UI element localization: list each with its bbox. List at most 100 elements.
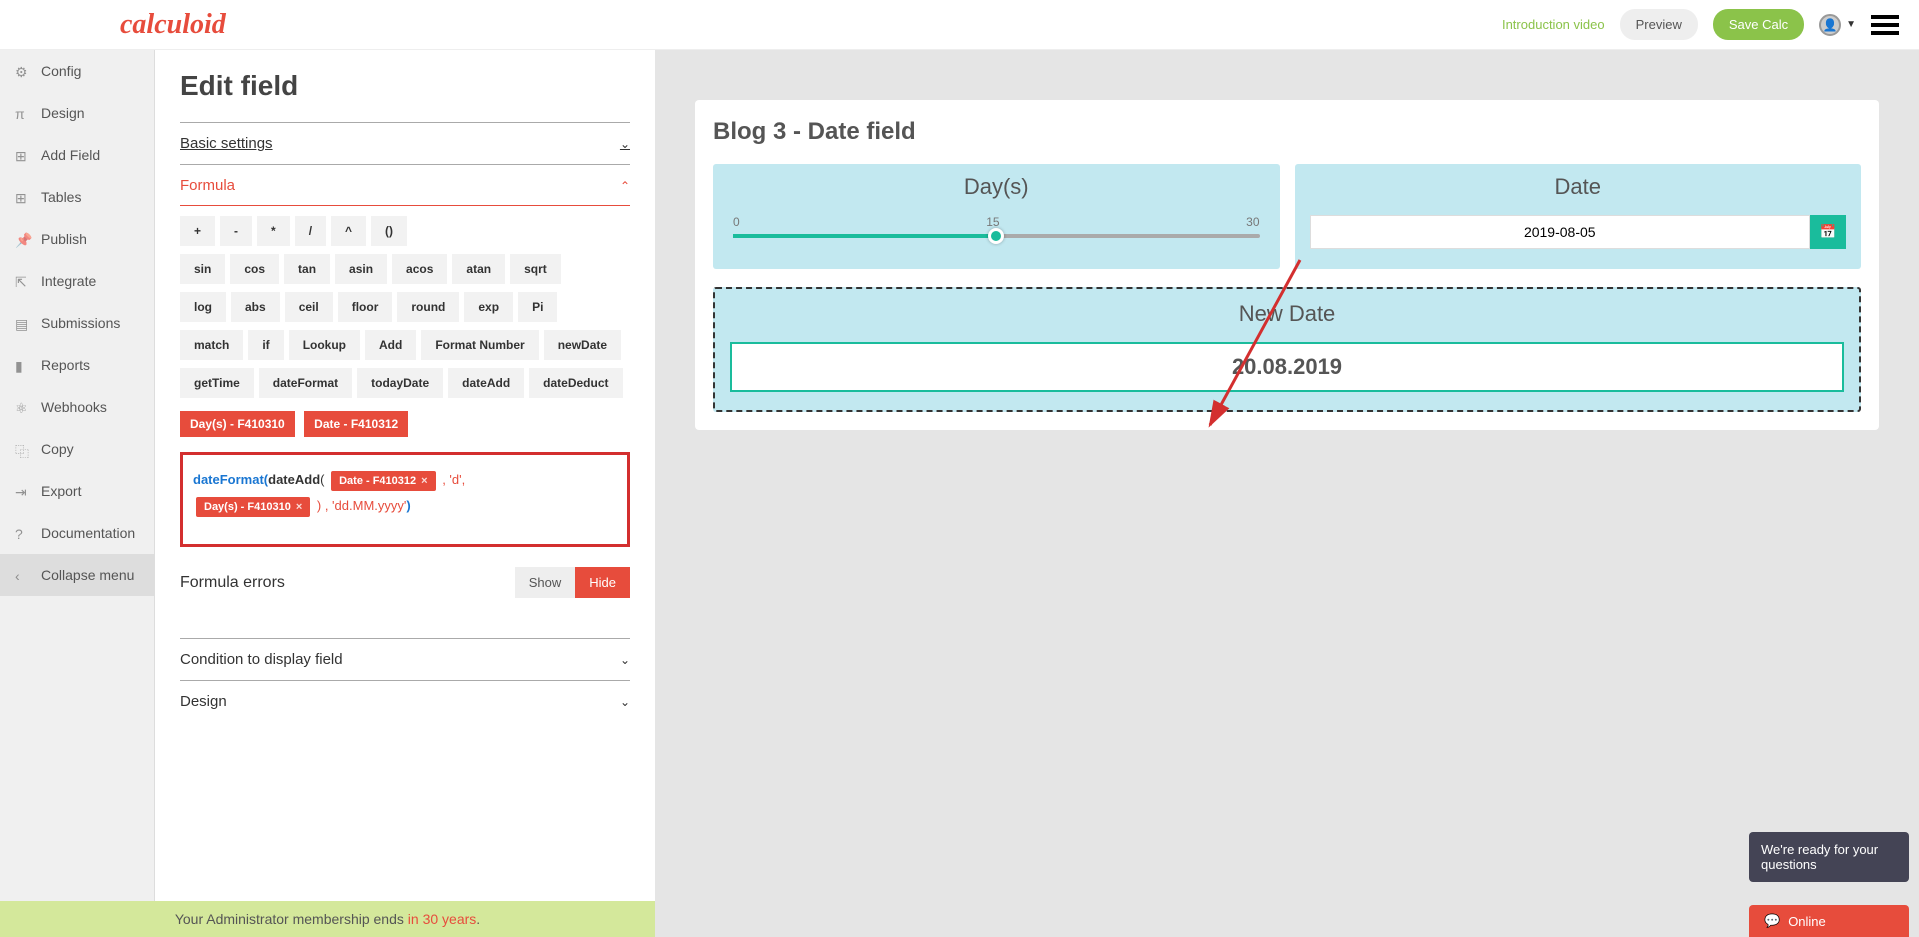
chevron-down-icon: ⌄: [620, 695, 630, 709]
operator-row-3: log abs ceil floor round exp Pi: [180, 292, 630, 322]
formula-editor[interactable]: dateFormat(dateAdd( Date - F410312× , 'd…: [180, 452, 630, 547]
hide-errors-button[interactable]: Hide: [575, 567, 630, 598]
chart-icon: ▮: [15, 358, 29, 372]
op-if[interactable]: if: [248, 330, 283, 360]
sidebar-item-webhooks[interactable]: ⚛Webhooks: [0, 386, 154, 428]
hamburger-menu-icon[interactable]: [1871, 11, 1899, 39]
days-label: Day(s): [728, 174, 1265, 200]
basic-settings-header[interactable]: Basic settings ⌄: [180, 123, 630, 164]
op-todaydate[interactable]: todayDate: [357, 368, 443, 398]
days-widget: Day(s) 0 15 30: [713, 164, 1280, 269]
chat-icon: 💬: [1764, 913, 1780, 929]
preview-area: Blog 3 - Date field Day(s) 0 15 30: [655, 50, 1919, 937]
date-input[interactable]: [1310, 215, 1811, 249]
chevron-left-icon: ‹: [15, 568, 29, 582]
caret-down-icon: ▼: [1846, 19, 1856, 30]
op-match[interactable]: match: [180, 330, 243, 360]
op-minus[interactable]: -: [220, 216, 252, 246]
op-ceil[interactable]: ceil: [285, 292, 333, 322]
op-divide[interactable]: /: [295, 216, 326, 246]
sidebar-item-copy[interactable]: ⿻Copy: [0, 428, 154, 470]
sidebar-item-design[interactable]: πDesign: [0, 92, 154, 134]
op-format-number[interactable]: Format Number: [421, 330, 538, 360]
share-icon: ⚛: [15, 400, 29, 414]
calendar-button[interactable]: 📅: [1810, 215, 1846, 249]
user-menu[interactable]: 👤 ▼: [1819, 14, 1856, 36]
thumbtack-icon: 📌: [15, 232, 29, 246]
slider-min: 0: [733, 215, 740, 229]
sidebar-item-reports[interactable]: ▮Reports: [0, 344, 154, 386]
date-label: Date: [1310, 174, 1847, 200]
copy-icon: ⿻: [15, 442, 29, 456]
op-atan[interactable]: atan: [452, 254, 505, 284]
op-acos[interactable]: acos: [392, 254, 447, 284]
plus-icon: ⊞: [15, 148, 29, 162]
condition-header[interactable]: Condition to display field ⌄: [180, 639, 630, 680]
sidebar: ⚙Config πDesign ⊞Add Field ⊞Tables 📌Publ…: [0, 50, 155, 937]
new-date-widget: New Date 20.08.2019: [713, 287, 1861, 412]
preview-button[interactable]: Preview: [1620, 9, 1698, 40]
sidebar-item-export[interactable]: ⇥Export: [0, 470, 154, 512]
op-dateformat[interactable]: dateFormat: [259, 368, 352, 398]
formula-tag-days[interactable]: Day(s) - F410310×: [196, 497, 310, 517]
slider-thumb-icon[interactable]: [988, 228, 1004, 244]
edit-panel: Edit field Basic settings ⌄ Formula ⌃ + …: [155, 50, 655, 937]
sidebar-item-add-field[interactable]: ⊞Add Field: [0, 134, 154, 176]
op-abs[interactable]: abs: [231, 292, 280, 322]
op-datededuct[interactable]: dateDeduct: [529, 368, 622, 398]
sidebar-item-tables[interactable]: ⊞Tables: [0, 176, 154, 218]
op-plus[interactable]: +: [180, 216, 215, 246]
preview-card: Blog 3 - Date field Day(s) 0 15 30: [695, 100, 1879, 430]
operator-row-4: match if Lookup Add Format Number newDat…: [180, 330, 630, 360]
help-icon: ?: [15, 526, 29, 540]
sidebar-item-documentation[interactable]: ?Documentation: [0, 512, 154, 554]
show-errors-button[interactable]: Show: [515, 567, 576, 598]
calendar-icon: 📅: [1820, 224, 1837, 240]
save-calc-button[interactable]: Save Calc: [1713, 9, 1804, 40]
membership-footer: Your Administrator membership ends in 30…: [0, 901, 655, 937]
op-dateadd[interactable]: dateAdd: [448, 368, 524, 398]
op-lookup[interactable]: Lookup: [289, 330, 360, 360]
logo[interactable]: calculoid: [120, 9, 226, 41]
sidebar-item-collapse[interactable]: ‹Collapse menu: [0, 554, 154, 596]
sidebar-item-integrate[interactable]: ⇱Integrate: [0, 260, 154, 302]
op-multiply[interactable]: *: [257, 216, 290, 246]
op-asin[interactable]: asin: [335, 254, 387, 284]
formula-errors-label: Formula errors: [180, 574, 285, 592]
chevron-down-icon: ⌄: [620, 137, 630, 151]
sidebar-item-config[interactable]: ⚙Config: [0, 50, 154, 92]
op-gettime[interactable]: getTime: [180, 368, 254, 398]
op-newdate[interactable]: newDate: [544, 330, 621, 360]
formula-tag-date[interactable]: Date - F410312×: [331, 471, 435, 491]
days-slider[interactable]: [733, 234, 1260, 238]
op-cos[interactable]: cos: [230, 254, 279, 284]
field-tag-date[interactable]: Date - F410312: [304, 411, 408, 437]
chat-tooltip: We're ready for your questions: [1749, 832, 1909, 882]
sidebar-item-publish[interactable]: 📌Publish: [0, 218, 154, 260]
op-sqrt[interactable]: sqrt: [510, 254, 561, 284]
design-section-header[interactable]: Design ⌄: [180, 681, 630, 722]
op-tan[interactable]: tan: [284, 254, 330, 284]
op-sin[interactable]: sin: [180, 254, 225, 284]
chat-button[interactable]: 💬 Online: [1749, 905, 1909, 937]
remove-tag-icon[interactable]: ×: [421, 475, 427, 487]
new-date-result: 20.08.2019: [730, 342, 1844, 392]
op-add[interactable]: Add: [365, 330, 416, 360]
op-round[interactable]: round: [397, 292, 459, 322]
field-tag-days[interactable]: Day(s) - F410310: [180, 411, 295, 437]
date-widget: Date 📅: [1295, 164, 1862, 269]
sidebar-item-submissions[interactable]: ▤Submissions: [0, 302, 154, 344]
op-floor[interactable]: floor: [338, 292, 393, 322]
op-log[interactable]: log: [180, 292, 226, 322]
gear-icon: ⚙: [15, 64, 29, 78]
slider-max: 30: [1246, 215, 1259, 229]
intro-video-link[interactable]: Introduction video: [1502, 17, 1605, 32]
op-parens[interactable]: (): [371, 216, 407, 246]
op-power[interactable]: ^: [331, 216, 366, 246]
op-exp[interactable]: exp: [464, 292, 513, 322]
remove-tag-icon[interactable]: ×: [296, 501, 302, 513]
archive-icon: ▤: [15, 316, 29, 330]
operator-row-2: sin cos tan asin acos atan sqrt: [180, 254, 630, 284]
formula-header[interactable]: Formula ⌃: [180, 165, 630, 206]
op-pi[interactable]: Pi: [518, 292, 557, 322]
